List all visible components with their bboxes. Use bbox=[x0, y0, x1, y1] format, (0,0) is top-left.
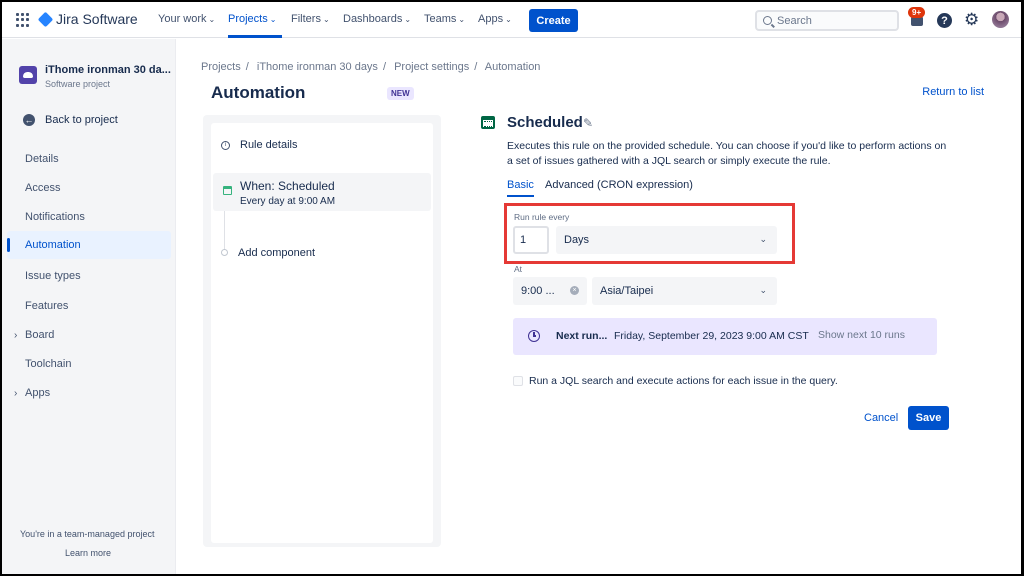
time-input[interactable]: 9:00 ... × bbox=[513, 277, 587, 305]
help-icon[interactable]: ? bbox=[937, 13, 952, 28]
team-managed-note: You're in a team-managed project bbox=[20, 529, 155, 539]
search-icon bbox=[763, 16, 772, 25]
breadcrumb-automation[interactable]: Automation bbox=[485, 61, 541, 73]
sidebar-item-toolchain[interactable]: Toolchain bbox=[2, 350, 172, 378]
trigger-item-scheduled[interactable]: When: Scheduled Every day at 9:00 AM bbox=[213, 173, 431, 211]
jira-logo[interactable]: Jira Software bbox=[37, 11, 138, 27]
clear-icon[interactable]: × bbox=[570, 286, 579, 295]
sidebar-item-board[interactable]: › Board bbox=[2, 321, 172, 349]
learn-more-link[interactable]: Learn more bbox=[65, 548, 111, 558]
tab-advanced-cron[interactable]: Advanced (CRON expression) bbox=[545, 179, 693, 191]
breadcrumb-projects[interactable]: Projects bbox=[201, 61, 241, 73]
at-label: At bbox=[514, 264, 523, 274]
chevron-right-icon: › bbox=[14, 329, 18, 341]
project-type: Software project bbox=[45, 79, 111, 89]
add-component-dot-icon bbox=[221, 249, 228, 256]
interval-unit-select[interactable]: Days ⌄ bbox=[556, 226, 777, 254]
interval-number-input[interactable]: 1 bbox=[513, 226, 549, 254]
chevron-down-icon: ⌄ bbox=[759, 234, 767, 244]
jql-search-checkbox[interactable] bbox=[513, 376, 523, 386]
page-title: Automation bbox=[211, 83, 306, 102]
top-navigation: Jira Software Your work ⌄ Projects ⌄ Filte… bbox=[2, 2, 1021, 38]
next-run-date: Friday, September 29, 2023 9:00 AM CST bbox=[614, 330, 809, 342]
trigger-description: Executes this rule on the provided sched… bbox=[507, 140, 947, 167]
search-input[interactable]: Search bbox=[755, 10, 899, 31]
cancel-button[interactable]: Cancel bbox=[864, 412, 898, 424]
project-sidebar: iThome ironman 30 da... Software project… bbox=[2, 39, 176, 574]
nav-projects[interactable]: Projects ⌄ bbox=[228, 13, 276, 25]
jira-logo-icon bbox=[37, 11, 54, 27]
app-switcher-icon[interactable] bbox=[16, 13, 30, 27]
sidebar-item-access[interactable]: Access bbox=[2, 174, 172, 202]
return-to-list-link[interactable]: Return to list bbox=[922, 86, 984, 98]
add-component-button[interactable]: Add component bbox=[238, 247, 315, 259]
create-button[interactable]: Create bbox=[529, 9, 578, 32]
timezone-select[interactable]: Asia/Taipei ⌄ bbox=[592, 277, 777, 305]
breadcrumb-project[interactable]: iThome ironman 30 days bbox=[257, 61, 378, 73]
chevron-down-icon: ⌄ bbox=[458, 15, 466, 24]
nav-your-work[interactable]: Your work ⌄ bbox=[158, 13, 215, 25]
trigger-title: When: Scheduled bbox=[240, 179, 335, 193]
interval-unit-value: Days bbox=[564, 234, 590, 246]
nav-dashboards[interactable]: Dashboards ⌄ bbox=[343, 13, 411, 25]
calendar-icon bbox=[481, 116, 495, 129]
chevron-right-icon: › bbox=[14, 387, 18, 399]
rule-details-label: Rule details bbox=[240, 139, 298, 151]
clock-icon bbox=[528, 330, 540, 342]
nav-filters[interactable]: Filters ⌄ bbox=[291, 13, 330, 25]
nav-apps[interactable]: Apps ⌄ bbox=[478, 13, 512, 25]
active-nav-indicator bbox=[228, 35, 282, 38]
chevron-down-icon: ⌄ bbox=[208, 15, 216, 24]
save-button[interactable]: Save bbox=[908, 406, 949, 430]
run-rule-every-label: Run rule every bbox=[514, 212, 570, 222]
sidebar-item-automation[interactable]: Automation bbox=[7, 231, 171, 259]
rule-details-item[interactable]: i Rule details bbox=[221, 139, 297, 151]
app-window: Jira Software Your work ⌄ Projects ⌄ Filte… bbox=[2, 2, 1021, 574]
sidebar-item-notifications[interactable]: Notifications bbox=[2, 203, 172, 231]
sidebar-item-issue-types[interactable]: Issue types bbox=[2, 262, 172, 290]
notification-badge: 9+ bbox=[908, 7, 926, 18]
chevron-down-icon: ⌄ bbox=[269, 15, 277, 24]
rule-components-panel: i Rule details When: Scheduled Every day… bbox=[203, 115, 441, 547]
rule-components-list: i Rule details When: Scheduled Every day… bbox=[211, 123, 433, 543]
nav-teams[interactable]: Teams ⌄ bbox=[424, 13, 465, 25]
trigger-config-title: Scheduled bbox=[507, 114, 583, 131]
back-label: Back to project bbox=[45, 114, 118, 126]
search-placeholder: Search bbox=[777, 14, 812, 27]
show-next-runs-link[interactable]: Show next 10 runs bbox=[818, 329, 905, 341]
chevron-down-icon: ⌄ bbox=[505, 15, 512, 24]
chevron-down-icon: ⌄ bbox=[404, 15, 412, 24]
next-run-label: Next run... bbox=[556, 330, 608, 342]
jql-search-checkbox-label[interactable]: Run a JQL search and execute actions for… bbox=[529, 375, 838, 387]
sidebar-item-features[interactable]: Features bbox=[2, 292, 172, 320]
new-lozenge: NEW bbox=[387, 87, 414, 100]
next-run-banner: Next run... Friday, September 29, 2023 9… bbox=[513, 318, 937, 355]
sidebar-item-apps[interactable]: › Apps bbox=[2, 379, 172, 407]
user-avatar[interactable] bbox=[992, 11, 1009, 28]
sidebar-item-details[interactable]: Details bbox=[2, 145, 172, 173]
chevron-down-icon: ⌄ bbox=[322, 15, 330, 24]
tab-basic[interactable]: Basic bbox=[507, 179, 534, 191]
back-to-project-link[interactable]: ← Back to project bbox=[23, 114, 118, 126]
calendar-icon bbox=[223, 186, 232, 195]
time-value: 9:00 ... bbox=[521, 285, 555, 297]
active-tab-indicator bbox=[507, 195, 534, 197]
project-name[interactable]: iThome ironman 30 da... bbox=[45, 64, 171, 76]
edit-pencil-icon[interactable]: ✎ bbox=[583, 116, 593, 130]
breadcrumb-project-settings[interactable]: Project settings bbox=[394, 61, 469, 73]
chevron-down-icon: ⌄ bbox=[759, 285, 767, 295]
project-avatar-icon bbox=[19, 66, 37, 84]
flow-connector-line bbox=[224, 211, 225, 253]
info-icon: i bbox=[221, 140, 230, 150]
product-name: Jira Software bbox=[56, 11, 138, 27]
timezone-value: Asia/Taipei bbox=[600, 285, 654, 297]
settings-gear-icon[interactable]: ⚙ bbox=[964, 10, 979, 30]
arrow-left-icon: ← bbox=[23, 114, 35, 126]
trigger-subtitle: Every day at 9:00 AM bbox=[240, 196, 336, 207]
breadcrumb: Projects / iThome ironman 30 days / Projec… bbox=[201, 61, 541, 73]
